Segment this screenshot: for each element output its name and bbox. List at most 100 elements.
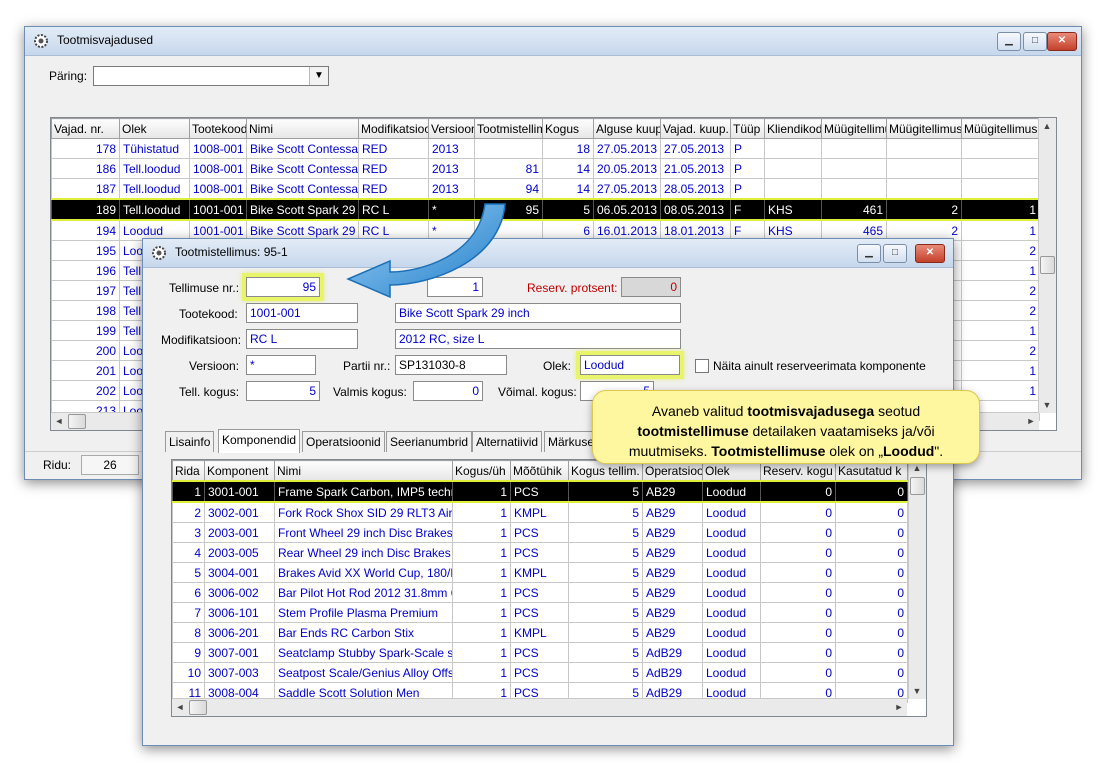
need-cell[interactable]: 27.05.2013 xyxy=(593,138,661,159)
component-cell[interactable]: Loodud xyxy=(702,622,761,643)
scroll-left-icon[interactable]: ◄ xyxy=(172,699,188,715)
need-cell[interactable]: 94 xyxy=(474,178,543,200)
query-select[interactable]: ▼ xyxy=(93,66,329,86)
component-cell[interactable]: PCS xyxy=(510,522,569,543)
component-cell[interactable]: Bar Ends RC Carbon Stix xyxy=(274,622,453,643)
need-cell[interactable]: F xyxy=(730,198,765,221)
component-cell[interactable]: 5 xyxy=(568,501,643,523)
need-cell[interactable]: 187 xyxy=(51,178,120,200)
component-cell[interactable]: 1 xyxy=(172,480,205,503)
component-cell[interactable]: 0 xyxy=(835,542,908,563)
need-cell[interactable]: 21.05.2013 xyxy=(660,158,731,179)
component-cell[interactable]: Frame Spark Carbon, IMP5 techno xyxy=(274,480,453,503)
component-cell[interactable]: Stem Profile Plasma Premium xyxy=(274,602,453,623)
need-cell[interactable]: RED xyxy=(358,158,429,179)
component-cell[interactable]: 5 xyxy=(568,480,643,503)
need-cell[interactable]: RED xyxy=(358,178,429,200)
need-cell[interactable]: 202 xyxy=(51,380,120,401)
component-cell[interactable]: KMPL xyxy=(510,562,569,583)
scroll-down-icon[interactable]: ▼ xyxy=(1039,397,1055,413)
component-cell[interactable]: 1 xyxy=(452,501,511,523)
component-cell[interactable]: 0 xyxy=(835,582,908,603)
component-column-header[interactable]: Kogus/üh xyxy=(452,460,511,482)
component-cell[interactable]: PCS xyxy=(510,542,569,563)
component-cell[interactable]: 3002-001 xyxy=(204,501,275,523)
need-cell[interactable]: 1 xyxy=(961,360,1040,381)
component-row[interactable]: 10 3007-003 Seatpost Scale/Genius Alloy Of… xyxy=(172,662,908,683)
component-cell[interactable]: AB29 xyxy=(642,501,703,523)
component-cell[interactable]: 0 xyxy=(835,522,908,543)
need-cell[interactable]: 27.05.2013 xyxy=(660,138,731,159)
component-cell[interactable]: AdB29 xyxy=(642,662,703,683)
scroll-down-icon[interactable]: ▼ xyxy=(909,683,925,699)
need-cell[interactable]: 18 xyxy=(542,138,594,159)
component-cell[interactable]: PCS xyxy=(510,642,569,663)
need-cell[interactable] xyxy=(821,138,887,159)
need-column-header[interactable]: Modifikatsiood xyxy=(358,118,429,139)
needs-vertical-scrollbar[interactable]: ▲ ▼ xyxy=(1038,118,1056,413)
need-cell[interactable] xyxy=(764,158,822,179)
need-cell[interactable]: 186 xyxy=(51,158,120,179)
component-cell[interactable]: 7 xyxy=(172,602,205,623)
status-field[interactable]: Loodud xyxy=(576,351,684,379)
need-cell[interactable]: 2013 xyxy=(428,138,475,159)
need-cell[interactable]: 1008-001 xyxy=(189,178,247,200)
component-column-header[interactable]: Komponent xyxy=(204,460,275,482)
done-qty-field[interactable]: 0 xyxy=(413,381,483,401)
need-cell[interactable]: Bike Scott Spark 29 xyxy=(246,198,359,221)
need-cell[interactable]: 20.05.2013 xyxy=(593,158,661,179)
component-cell[interactable]: Loodud xyxy=(702,522,761,543)
scroll-up-icon[interactable]: ▲ xyxy=(1039,118,1055,134)
component-cell[interactable]: 9 xyxy=(172,642,205,663)
tab-markused[interactable]: Märkuse xyxy=(544,431,599,452)
maximize-button[interactable]: □ xyxy=(1023,32,1047,51)
need-cell[interactable]: 1 xyxy=(961,320,1040,341)
need-cell[interactable] xyxy=(961,158,1040,179)
components-hscroll-thumb[interactable] xyxy=(189,700,207,715)
component-cell[interactable]: 0 xyxy=(760,480,836,503)
need-column-header[interactable]: Tootekood xyxy=(189,118,247,139)
component-cell[interactable]: PCS xyxy=(510,582,569,603)
need-cell[interactable] xyxy=(821,158,887,179)
need-cell[interactable]: Tell.loodud xyxy=(119,158,190,179)
component-cell[interactable]: PCS xyxy=(510,602,569,623)
need-cell[interactable] xyxy=(886,178,962,200)
component-cell[interactable]: 5 xyxy=(568,602,643,623)
component-cell[interactable]: 6 xyxy=(172,582,205,603)
need-cell[interactable]: 1008-001 xyxy=(189,138,247,159)
component-cell[interactable]: 4 xyxy=(172,542,205,563)
component-cell[interactable]: AB29 xyxy=(642,602,703,623)
need-cell[interactable] xyxy=(961,138,1040,159)
need-cell[interactable]: 200 xyxy=(51,340,120,361)
need-cell[interactable] xyxy=(764,178,822,200)
need-column-header[interactable]: Tüüp xyxy=(730,118,765,139)
component-cell[interactable]: Loodud xyxy=(702,662,761,683)
component-row[interactable]: 4 2003-005 Rear Wheel 29 inch Disc Brakes 1… xyxy=(172,542,908,563)
need-column-header[interactable]: Versioon xyxy=(428,118,475,139)
need-cell[interactable]: 197 xyxy=(51,280,120,301)
component-cell[interactable]: 0 xyxy=(760,582,836,603)
component-cell[interactable]: 3007-001 xyxy=(204,642,275,663)
need-cell[interactable]: 95 xyxy=(474,198,543,221)
component-cell[interactable]: 3006-201 xyxy=(204,622,275,643)
reserv-field[interactable]: 0 xyxy=(621,277,681,297)
component-row[interactable]: 1 3001-001 Frame Spark Carbon, IMP5 techno… xyxy=(172,480,908,503)
component-cell[interactable]: 1 xyxy=(452,562,511,583)
need-cell[interactable]: 2 xyxy=(961,340,1040,361)
component-cell[interactable]: PCS xyxy=(510,662,569,683)
component-cell[interactable]: KMPL xyxy=(510,501,569,523)
component-cell[interactable]: Loodud xyxy=(702,501,761,523)
component-cell[interactable]: AB29 xyxy=(642,582,703,603)
component-cell[interactable]: 0 xyxy=(760,622,836,643)
component-cell[interactable]: 8 xyxy=(172,622,205,643)
need-column-header[interactable]: Müügitellimus xyxy=(961,118,1040,139)
need-column-header[interactable]: Nimi xyxy=(246,118,359,139)
need-cell[interactable]: Tell.loodud xyxy=(119,198,190,221)
component-cell[interactable]: 3006-002 xyxy=(204,582,275,603)
minimize-button[interactable]: ▁ xyxy=(857,244,881,263)
component-cell[interactable]: AB29 xyxy=(642,522,703,543)
components-horizontal-scrollbar[interactable]: ◄ ► xyxy=(172,698,907,716)
need-cell[interactable]: 2013 xyxy=(428,178,475,200)
component-cell[interactable]: 5 xyxy=(568,622,643,643)
need-cell[interactable]: 81 xyxy=(474,158,543,179)
